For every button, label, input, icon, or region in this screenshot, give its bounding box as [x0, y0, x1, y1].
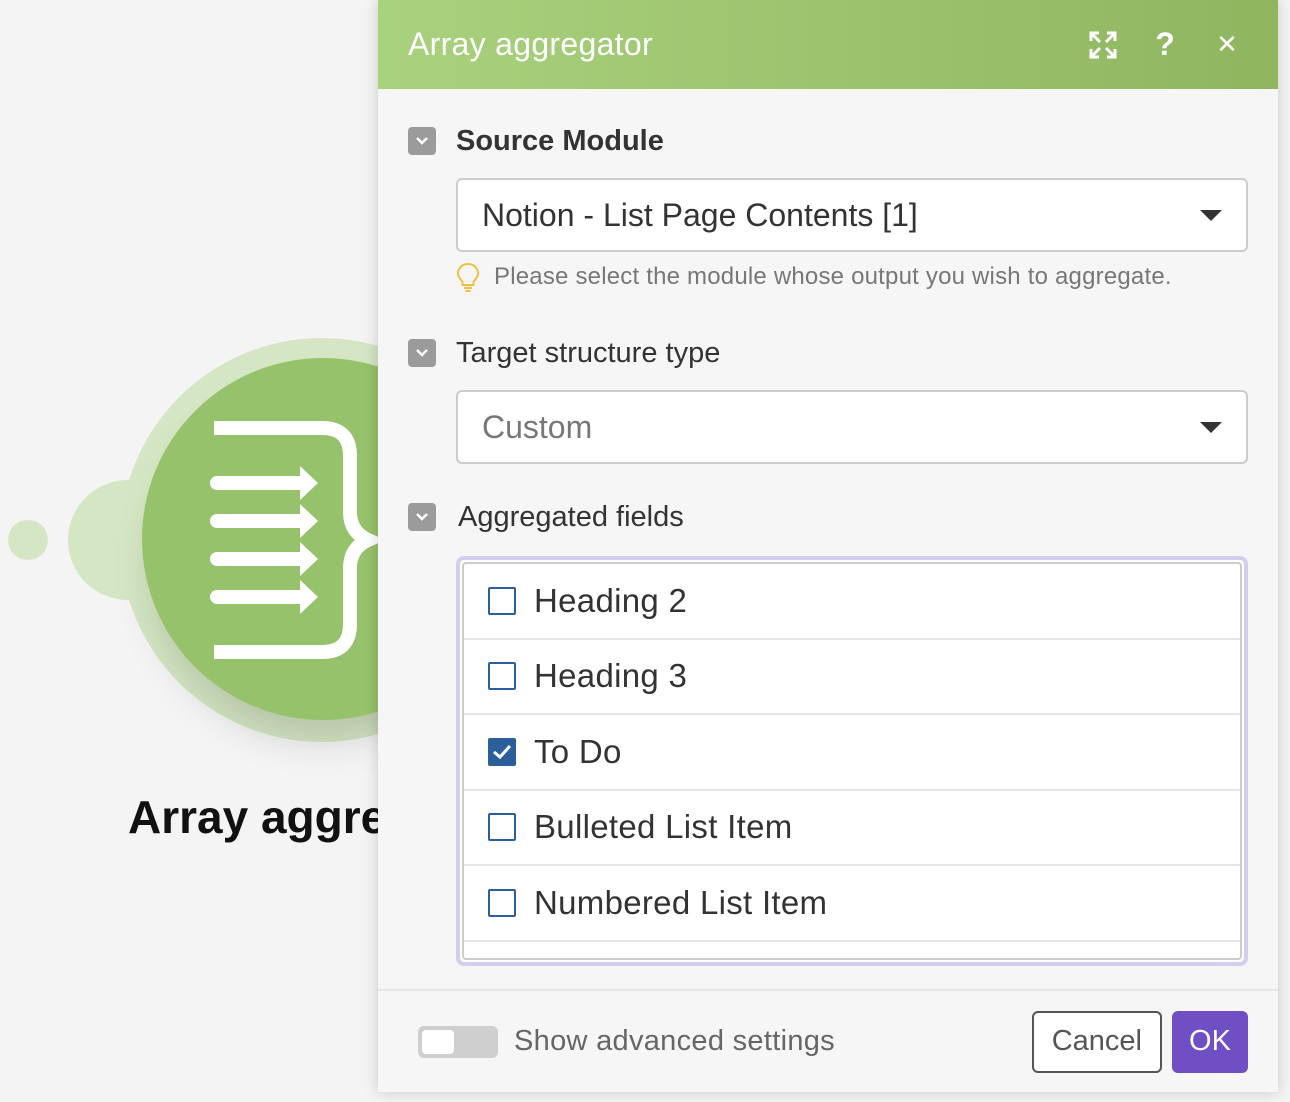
aggregated-fields-list[interactable]: Heading 2 Heading 3 To Do Bulleted List Ite…: [456, 556, 1248, 966]
field-label: To Do: [534, 732, 622, 770]
field-label: Heading 2: [534, 581, 688, 619]
source-module-select[interactable]: Notion - List Page Contents [1]: [456, 178, 1248, 252]
chevron-down-icon: [416, 513, 428, 521]
collapse-aggregated-fields-button[interactable]: [408, 503, 436, 531]
aggregated-fields-label: Aggregated fields: [458, 500, 684, 533]
help-icon[interactable]: ?: [1144, 24, 1186, 66]
aggregated-fields-section: Aggregated fields: [408, 492, 1248, 542]
field-row[interactable]: Heading 2: [464, 564, 1240, 640]
checkmark-icon: [493, 744, 512, 759]
dropdown-caret-icon: [1200, 421, 1222, 433]
dialog-footer: Show advanced settings Cancel OK: [378, 989, 1278, 1092]
field-label: Heading 3: [534, 657, 688, 695]
source-module-section: Source Module: [408, 116, 1248, 166]
checkbox[interactable]: [488, 813, 516, 842]
field-row[interactable]: Heading 3: [464, 640, 1240, 715]
field-label: Numbered List Item: [534, 883, 828, 921]
advanced-settings-toggle[interactable]: [418, 1025, 498, 1058]
dialog-body: Source Module Notion - List Page Content…: [378, 116, 1278, 966]
cancel-button[interactable]: Cancel: [1031, 1010, 1162, 1073]
field-row[interactable]: Numbered List Item: [464, 866, 1240, 942]
source-module-label: Source Module: [456, 124, 664, 157]
checkbox-checked[interactable]: [488, 737, 516, 766]
dropdown-caret-icon: [1200, 209, 1222, 221]
connection-dot[interactable]: [8, 520, 48, 560]
ok-button[interactable]: OK: [1172, 1010, 1248, 1073]
advanced-settings-label: Show advanced settings: [514, 1025, 835, 1057]
toggle-knob: [422, 1029, 454, 1054]
expand-icon[interactable]: [1082, 24, 1124, 66]
collapse-source-module-button[interactable]: [408, 127, 436, 155]
module-label: Array aggre: [128, 791, 387, 843]
aggregated-fields-scroll[interactable]: Heading 2 Heading 3 To Do Bulleted List Ite…: [462, 562, 1242, 960]
lightbulb-icon: [456, 262, 480, 292]
field-label: Bulleted List Item: [534, 808, 793, 846]
target-structure-select[interactable]: Custom: [456, 390, 1248, 464]
field-row-partial[interactable]: [464, 942, 1240, 959]
collapse-target-structure-button[interactable]: [408, 339, 436, 367]
checkbox[interactable]: [488, 662, 516, 691]
array-aggregator-icon: [210, 421, 386, 659]
source-module-hint: Please select the module whose output yo…: [456, 262, 1248, 292]
chevron-down-icon: [416, 137, 428, 145]
checkbox[interactable]: [488, 586, 516, 615]
checkbox[interactable]: [488, 888, 516, 917]
target-structure-value: Custom: [482, 408, 593, 445]
hint-text: Please select the module whose output yo…: [494, 263, 1172, 290]
source-module-value: Notion - List Page Contents [1]: [482, 196, 918, 233]
dialog-title: Array aggregator: [408, 26, 653, 62]
field-row[interactable]: Bulleted List Item: [464, 791, 1240, 866]
close-icon[interactable]: ✕: [1206, 24, 1248, 66]
target-structure-label: Target structure type: [456, 336, 721, 369]
module-settings-dialog: Array aggregator ? ✕ Source Module Notio…: [378, 0, 1278, 1092]
field-row[interactable]: To Do: [464, 715, 1240, 791]
dialog-header: Array aggregator ? ✕: [378, 0, 1278, 89]
target-structure-section: Target structure type: [408, 328, 1248, 378]
chevron-down-icon: [416, 349, 428, 357]
